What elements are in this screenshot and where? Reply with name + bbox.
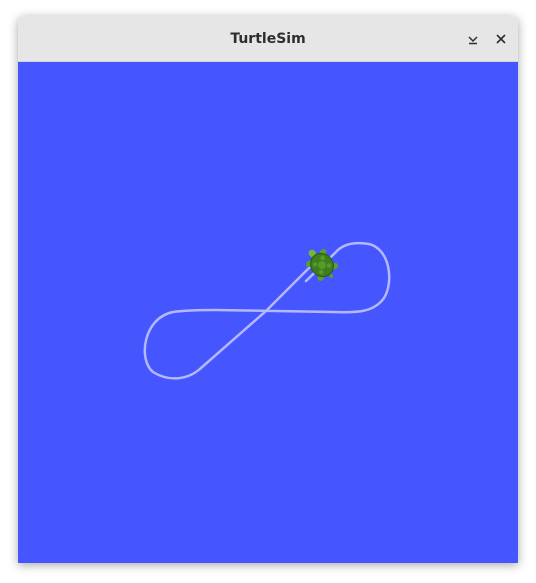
turtle-canvas[interactable] (18, 62, 518, 563)
title-bar[interactable]: TurtleSim (18, 16, 518, 62)
minimize-button[interactable] (461, 27, 485, 51)
pen-trail (143, 241, 391, 380)
turtlesim-window: TurtleSim (18, 16, 518, 563)
canvas-drawing (143, 241, 391, 380)
close-icon (494, 32, 508, 46)
minimize-icon (466, 32, 480, 46)
close-button[interactable] (489, 27, 513, 51)
window-title: TurtleSim (230, 31, 306, 47)
